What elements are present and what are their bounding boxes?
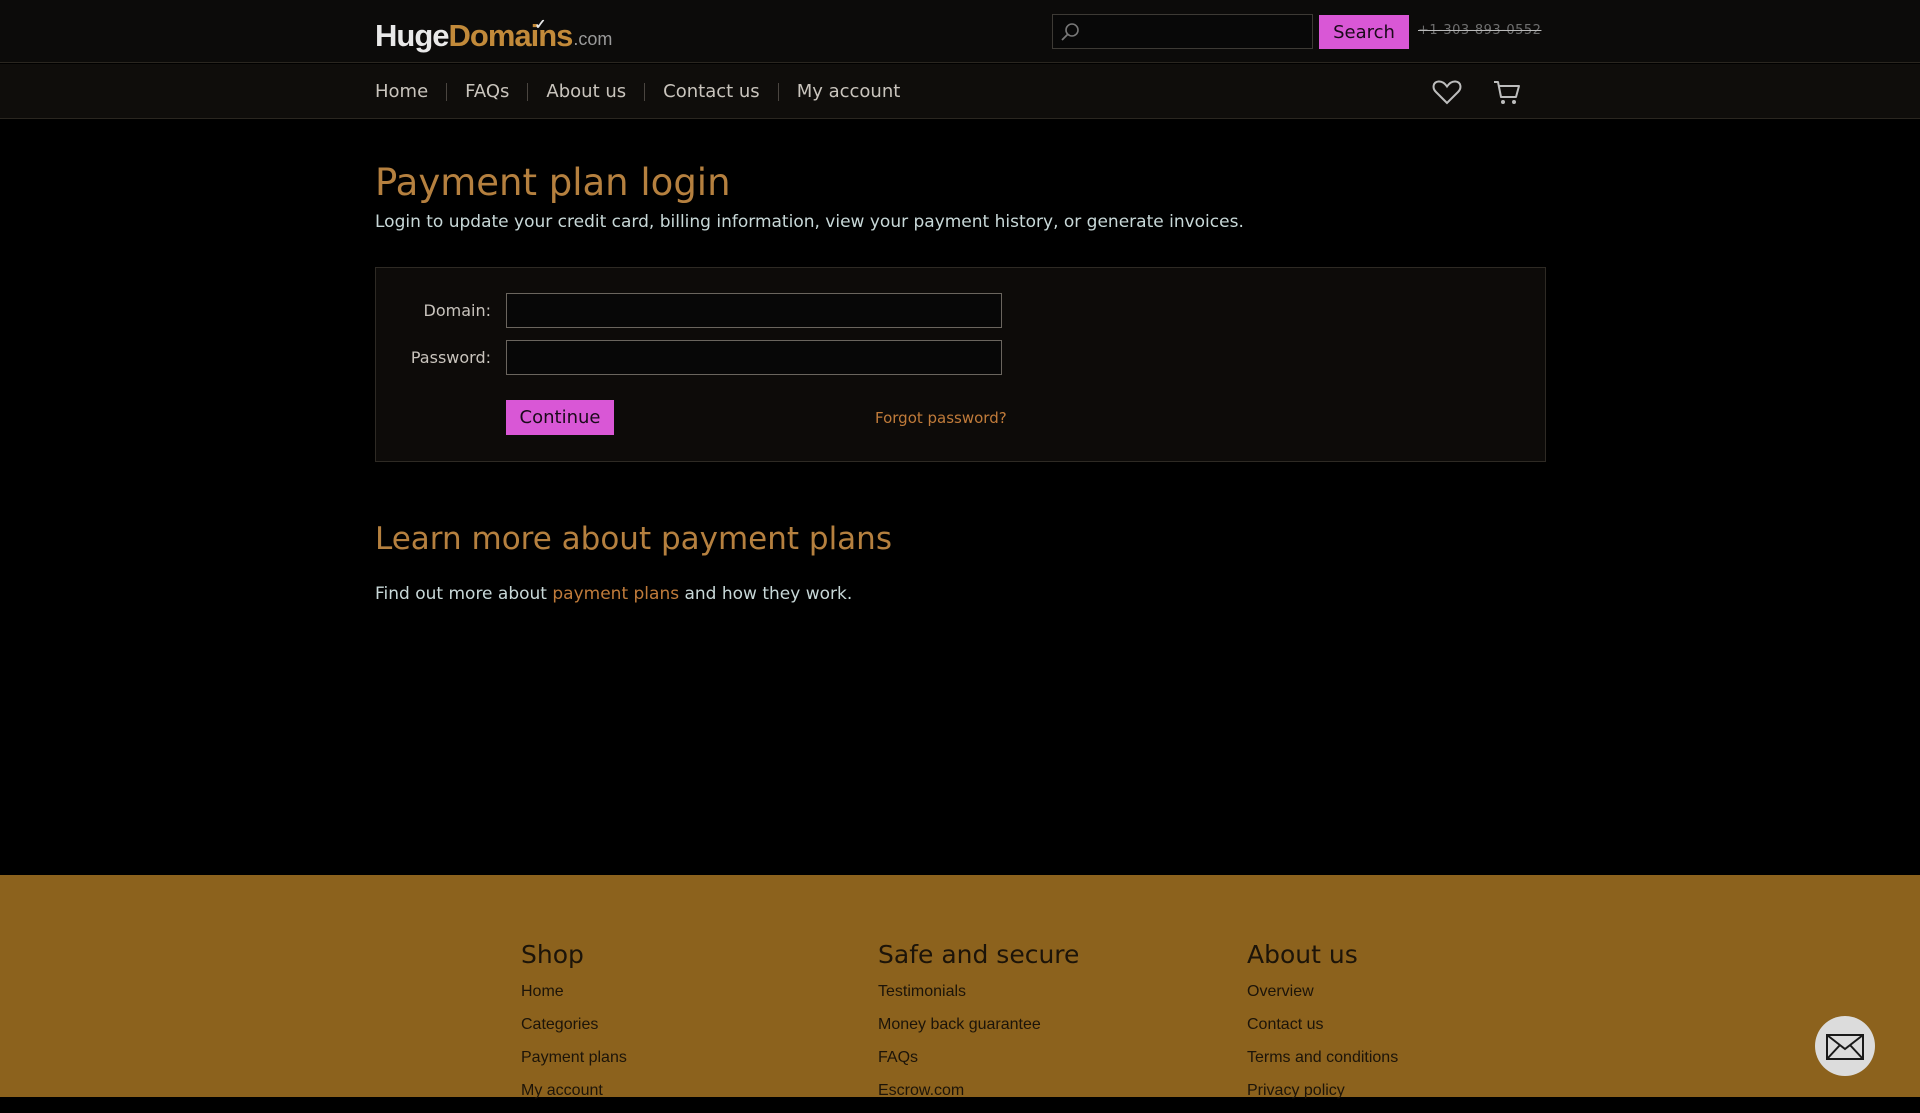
password-input[interactable]: [506, 340, 1002, 375]
domain-input[interactable]: [506, 293, 1002, 328]
logo[interactable]: Huge ✓ Domains .com: [375, 16, 612, 52]
search-input[interactable]: [1083, 17, 1308, 46]
footer-link-terms[interactable]: Terms and conditions: [1247, 1047, 1398, 1080]
nav-item-my-account[interactable]: My account: [777, 82, 919, 101]
domain-label: Domain:: [423, 301, 491, 320]
check-icon: ✓: [534, 16, 547, 32]
cart-icon[interactable]: [1492, 78, 1522, 106]
footer-column-title: Shop: [521, 940, 584, 969]
footer-column-about-us: About us Overview Contact us Terms and c…: [1247, 940, 1398, 1113]
footer-link-money-back-guarantee[interactable]: Money back guarantee: [878, 1014, 1079, 1047]
nav-item-contact-us[interactable]: Contact us: [644, 82, 778, 101]
logo-huge: Huge: [375, 18, 449, 53]
footer-link-categories[interactable]: Categories: [521, 1014, 627, 1047]
learn-prefix: Find out more about: [375, 584, 553, 604]
search-button[interactable]: Search: [1319, 15, 1409, 49]
mail-icon: [1826, 1034, 1864, 1060]
footer-link-overview[interactable]: Overview: [1247, 981, 1398, 1014]
nav-icons: [1432, 78, 1522, 106]
continue-button[interactable]: Continue: [506, 400, 614, 435]
search-icon: [1061, 23, 1079, 41]
footer-link-home[interactable]: Home: [521, 981, 627, 1014]
footer: Shop Home Categories Payment plans My ac…: [0, 875, 1920, 1099]
search-box[interactable]: [1052, 14, 1313, 49]
page-title: Payment plan login: [375, 161, 731, 204]
footer-link-payment-plans[interactable]: Payment plans: [521, 1047, 627, 1080]
payment-plans-link[interactable]: payment plans: [552, 584, 679, 604]
learn-more-text: Find out more about payment plans and ho…: [375, 584, 852, 604]
footer-link-contact-us[interactable]: Contact us: [1247, 1014, 1398, 1047]
password-label: Password:: [410, 348, 491, 367]
nav-item-home[interactable]: Home: [375, 82, 446, 101]
heart-icon[interactable]: [1432, 78, 1462, 106]
footer-column-title: About us: [1247, 940, 1358, 969]
footer-link-testimonials[interactable]: Testimonials: [878, 981, 1079, 1014]
logo-domains: ✓ Domains: [448, 16, 574, 53]
forgot-password-link[interactable]: Forgot password?: [875, 409, 1007, 427]
main-nav: Home FAQs About us Contact us My account: [375, 64, 918, 119]
footer-link-faqs[interactable]: FAQs: [878, 1047, 1079, 1080]
footer-column-shop: Shop Home Categories Payment plans My ac…: [521, 940, 627, 1113]
footer-column-title: Safe and secure: [878, 940, 1080, 969]
top-bar: Huge ✓ Domains .com Search +1-303-893-055…: [0, 0, 1920, 63]
phone-number[interactable]: +1-303-893-0552: [1418, 23, 1541, 38]
learn-suffix: and how they work.: [679, 584, 853, 604]
learn-more-title: Learn more about payment plans: [375, 521, 892, 557]
logo-com: .com: [573, 29, 613, 49]
footer-column-safe-and-secure: Safe and secure Testimonials Money back …: [878, 940, 1079, 1113]
login-form: Domain: Password: Continue Forgot passwo…: [375, 267, 1546, 462]
chat-button[interactable]: [1815, 1016, 1875, 1076]
intro-text: Login to update your credit card, billin…: [375, 212, 1244, 232]
nav-item-faqs[interactable]: FAQs: [446, 82, 527, 101]
nav-bar: Home FAQs About us Contact us My account: [0, 64, 1920, 119]
nav-item-about-us[interactable]: About us: [527, 82, 644, 101]
logo-domains-text: Domains: [448, 18, 574, 53]
